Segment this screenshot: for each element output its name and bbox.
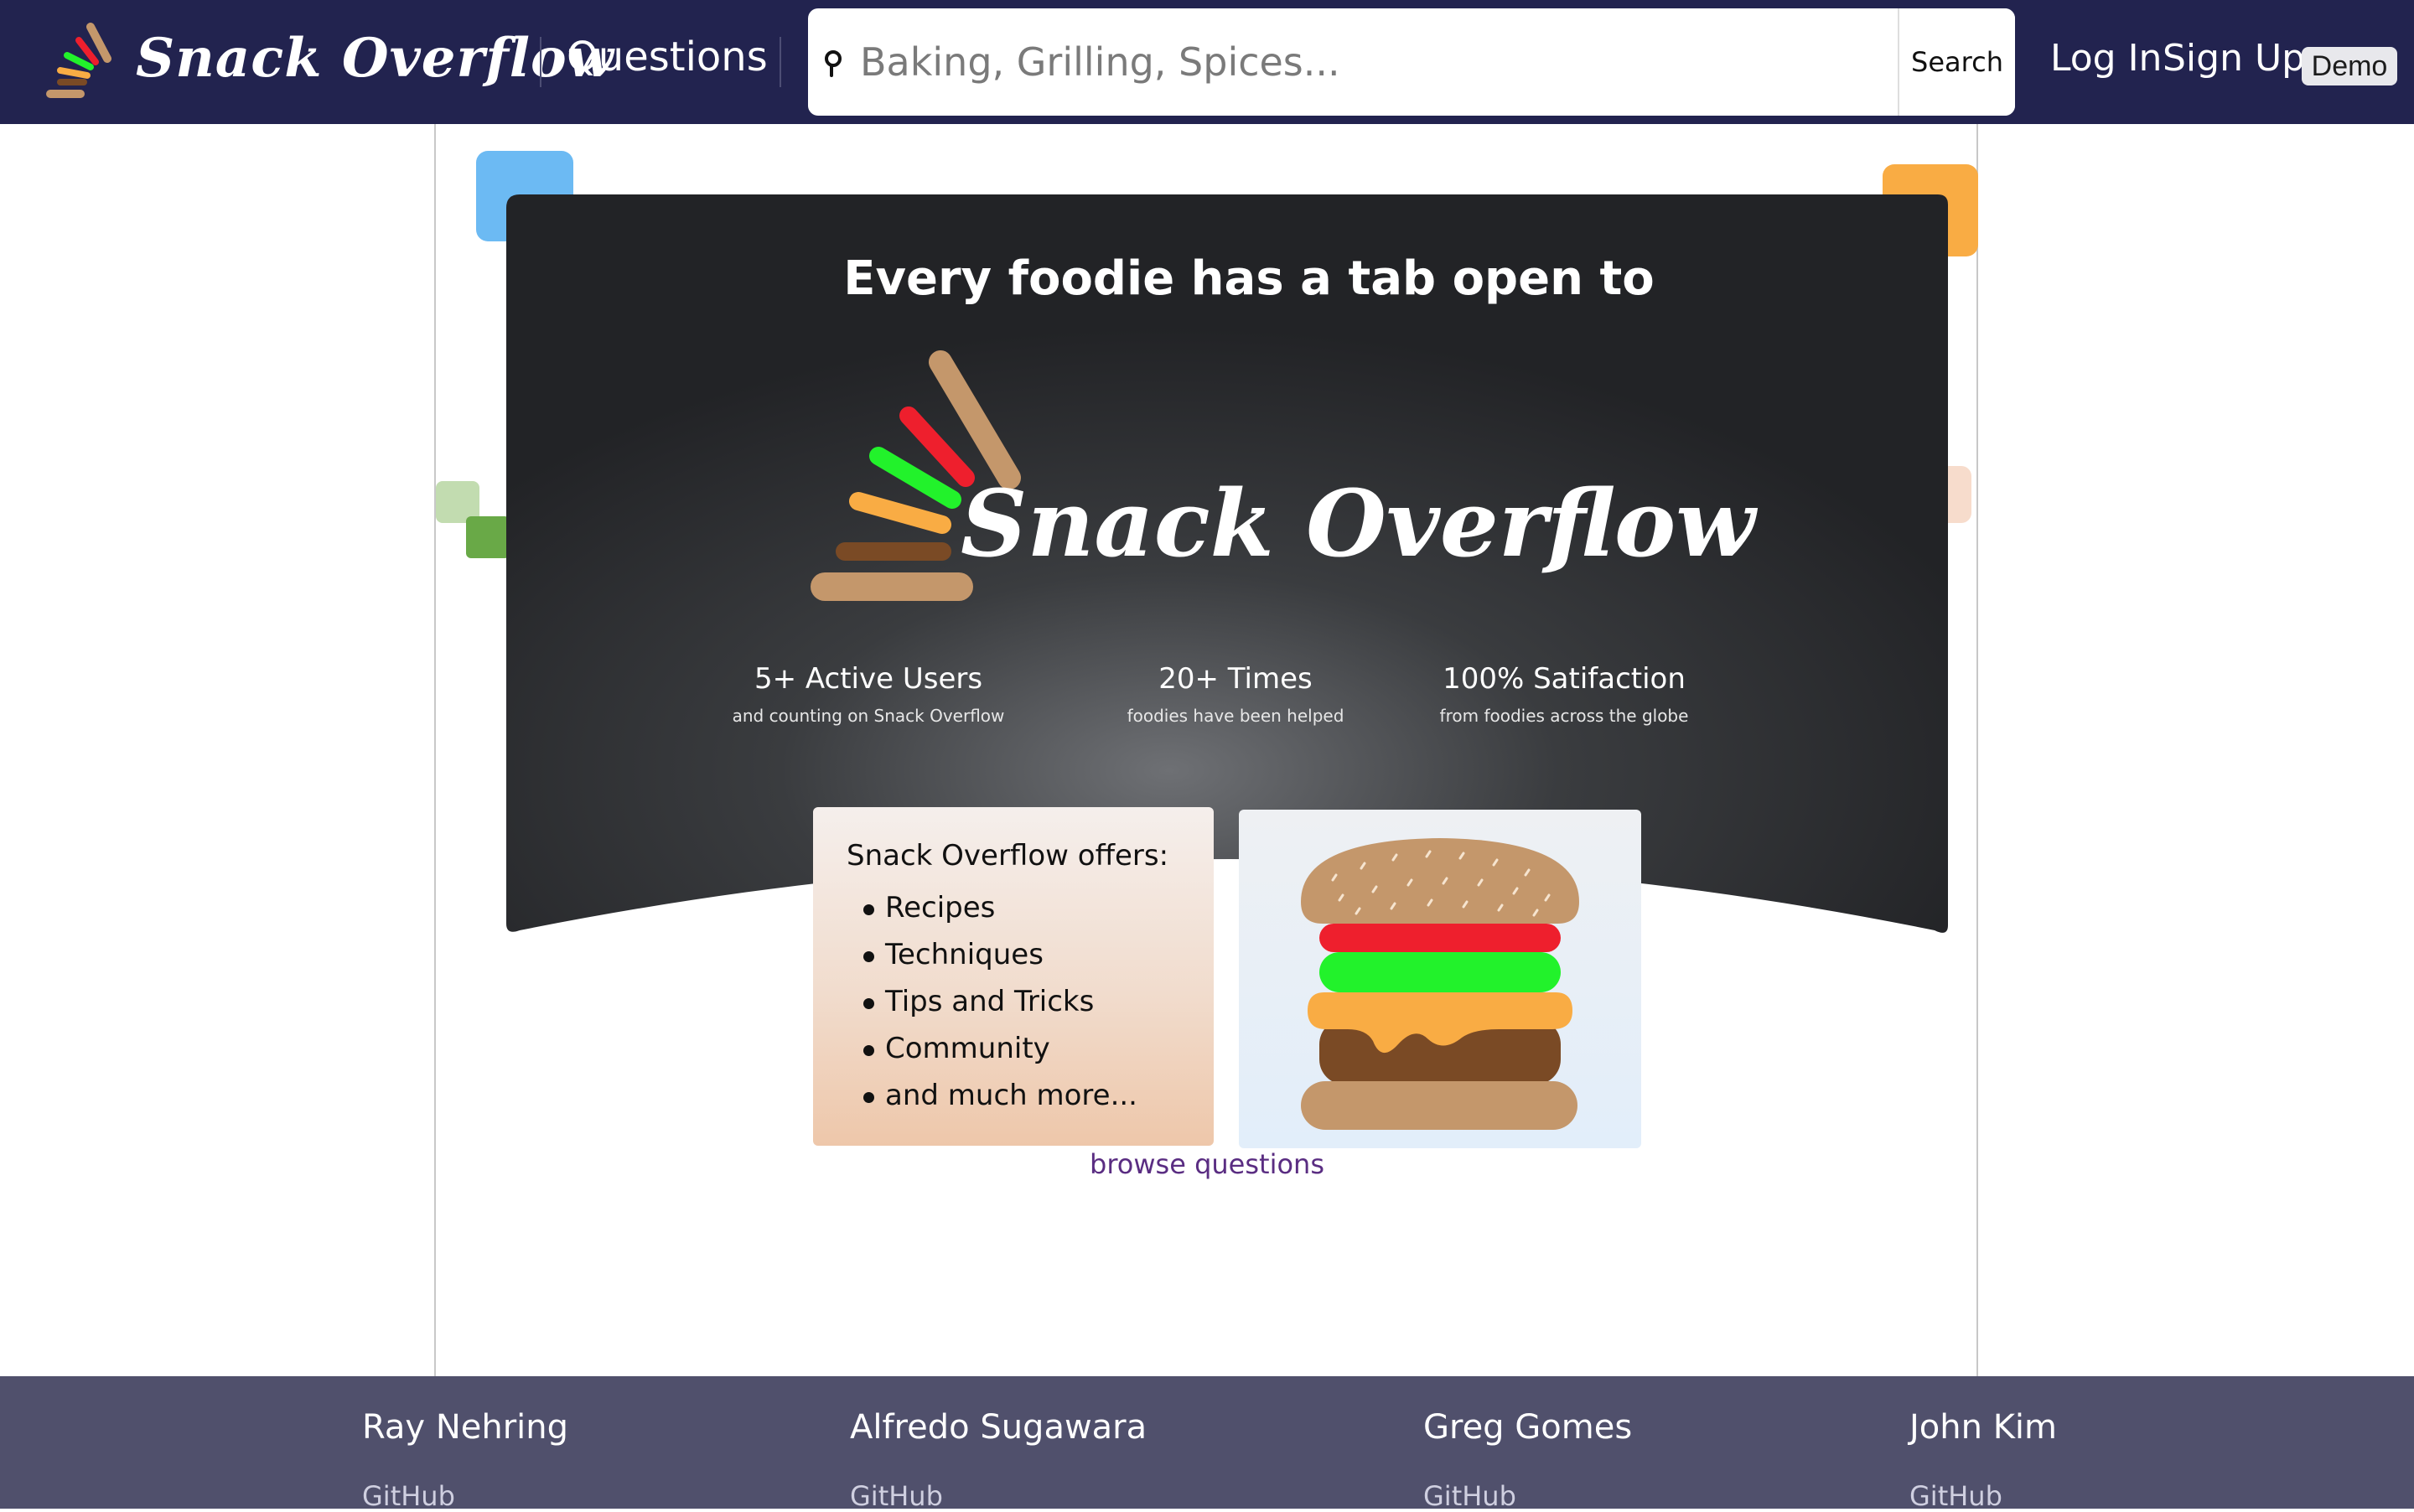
offers-card: Snack Overflow offers: Recipes Technique… [813, 807, 1214, 1146]
stat-times-helped: 20+ Times foodies have been helped [1068, 662, 1403, 726]
bullet-icon [863, 998, 874, 1009]
stat-caption: from foodies across the globe [1439, 706, 1689, 726]
author-name: Greg Gomes [1423, 1408, 1633, 1447]
author-name: John Kim [1909, 1408, 2057, 1447]
hero-heading: Every foodie has a tab open to [843, 251, 1655, 306]
stat-value: 100% Satifaction [1443, 662, 1686, 696]
footer-author: Greg Gomes GitHub [1423, 1408, 1632, 1512]
github-link[interactable]: GitHub [850, 1480, 1147, 1512]
hero-logo-text: Snack Overflow [961, 469, 1755, 577]
bullet-icon [863, 1045, 874, 1056]
browse-questions-link[interactable]: browse questions [1006, 1148, 1408, 1180]
bullet-icon [863, 951, 874, 962]
github-link[interactable]: GitHub [1909, 1480, 2057, 1512]
footer-author: Alfredo Sugawara GitHub [850, 1408, 1147, 1512]
list-item: Recipes [847, 884, 1137, 931]
bullet-icon [863, 904, 874, 915]
github-link[interactable]: GitHub [1423, 1480, 1632, 1512]
github-link[interactable]: GitHub [362, 1480, 568, 1512]
burger-illustration [1301, 838, 1579, 1130]
list-item: and much more... [847, 1072, 1137, 1119]
stat-caption: and counting on Snack Overflow [732, 706, 1005, 726]
stat-value: 5+ Active Users [754, 662, 983, 696]
stat-caption: foodies have been helped [1127, 706, 1344, 726]
stat-active-users: 5+ Active Users and counting on Snack Ov… [701, 662, 1036, 726]
offers-list: Recipes Techniques Tips and Tricks Commu… [847, 884, 1137, 1119]
list-item: Community [847, 1025, 1137, 1072]
bullet-icon [863, 1092, 874, 1103]
footer-author: Ray Nehring GitHub [362, 1408, 568, 1512]
footer-author: John Kim GitHub [1909, 1408, 2057, 1512]
decorative-green-dark-square [466, 516, 510, 558]
author-name: Alfredo Sugawara [850, 1408, 1147, 1447]
footer: Ray Nehring GitHub Alfredo Sugawara GitH… [0, 1376, 2414, 1512]
burger-card [1239, 810, 1641, 1148]
author-name: Ray Nehring [362, 1408, 568, 1447]
stat-value: 20+ Times [1158, 662, 1313, 696]
offers-title: Snack Overflow offers: [847, 839, 1169, 873]
stat-satisfaction: 100% Satifaction from foodies across the… [1396, 662, 1732, 726]
list-item: Tips and Tricks [847, 978, 1137, 1025]
list-item: Techniques [847, 931, 1137, 978]
